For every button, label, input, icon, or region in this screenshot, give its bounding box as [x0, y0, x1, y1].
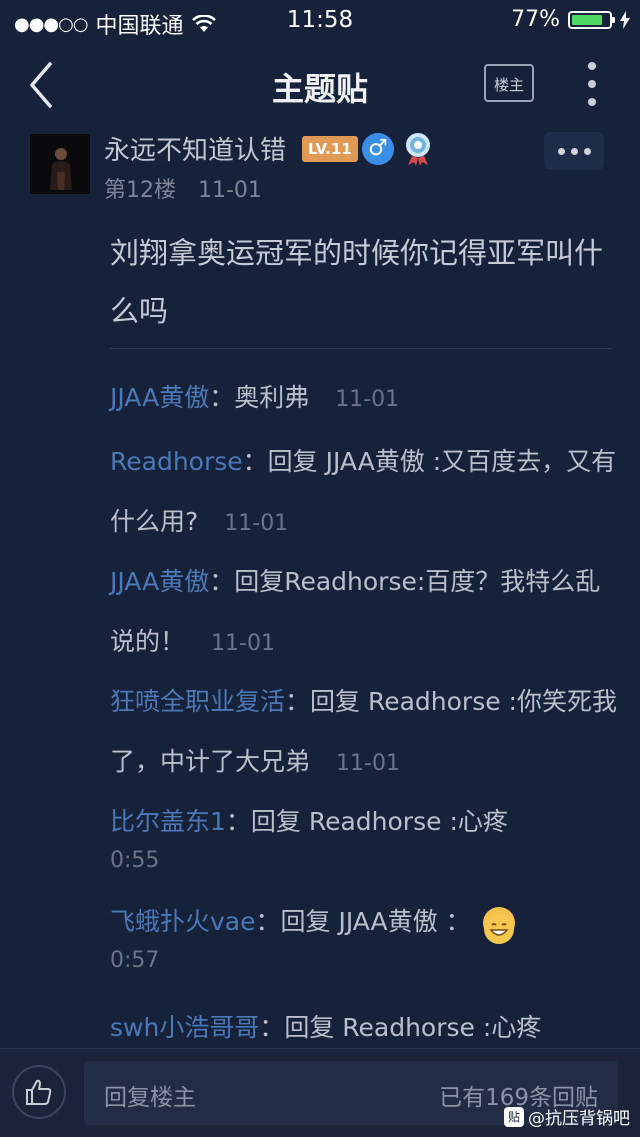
charging-icon	[620, 10, 630, 29]
watermark-text: @抗压背锅吧	[528, 1109, 630, 1129]
battery-percent: 77%	[511, 7, 560, 32]
battery-icon	[568, 10, 615, 29]
divider	[110, 348, 612, 349]
post-content: 刘翔拿奥运冠军的时候你记得亚军叫什么吗	[110, 236, 604, 328]
reply-username[interactable]: 比尔盖东1	[110, 807, 226, 836]
more-vertical-icon[interactable]	[580, 62, 604, 106]
reply-text: ：回复 Readhorse :心疼	[225, 807, 508, 836]
like-button[interactable]	[12, 1065, 66, 1119]
post-more-button[interactable]	[544, 132, 604, 170]
reply-placeholder: 回复楼主	[104, 1085, 196, 1111]
medal-icon	[406, 133, 430, 166]
reply-time: 0:57	[110, 948, 160, 973]
watermark: 贴 @抗压背锅吧	[504, 1104, 630, 1129]
reply-item[interactable]: JJAA黄傲：回复Readhorse:百度？我特么乱说的！ 11-01	[110, 552, 620, 674]
tieba-logo-icon: 贴	[504, 1106, 524, 1127]
status-bar: ●●●○○ 中国联通 11:58 77%	[0, 0, 640, 40]
reply-username[interactable]: 狂喷全职业复活	[110, 687, 285, 716]
reply-item[interactable]: 比尔盖东1：回复 Readhorse :心疼 0:55	[110, 792, 620, 876]
reply-text: ：奥利弗	[209, 383, 310, 412]
male-icon: ♂	[362, 133, 394, 165]
floor-number: 第12楼	[104, 178, 176, 203]
grinning-face-icon	[482, 907, 515, 944]
post-date: 11-01	[198, 178, 262, 203]
reply-text: ：回复 JJAA黄傲 ：	[255, 907, 471, 936]
reply-username[interactable]: Readhorse	[110, 447, 243, 476]
reply-time: 11-01	[224, 511, 289, 536]
page-title: 主题贴	[271, 70, 368, 108]
reply-text: ：回复 Readhorse :心疼	[259, 1013, 542, 1042]
avatar[interactable]	[30, 134, 90, 194]
reply-time: 11-01	[335, 387, 400, 412]
reply-time: 11-01	[336, 751, 400, 776]
reply-item[interactable]: Readhorse：回复 JJAA黄傲 :又百度去，又有什么用? 11-01	[110, 432, 620, 554]
only-op-button[interactable]: 楼主	[484, 64, 534, 102]
reply-username[interactable]: JJAA黄傲	[110, 383, 209, 412]
level-badge: LV.11	[302, 136, 358, 162]
reply-item[interactable]: 飞蛾扑火vae：回复 JJAA黄傲 ： 0:57	[110, 892, 620, 976]
post-username[interactable]: 永远不知道认错	[104, 130, 286, 167]
reply-time: 0:55	[110, 848, 160, 873]
reply-username[interactable]: JJAA黄傲	[110, 567, 209, 596]
reply-username[interactable]: 飞蛾扑火vae	[110, 907, 256, 936]
thumbs-up-icon	[26, 1079, 52, 1105]
reply-item[interactable]: 狂喷全职业复活：回复 Readhorse :你笑死我了，中计了大兄弟 11-01	[110, 672, 620, 794]
reply-time: 11-01	[211, 631, 275, 656]
reply-username[interactable]: swh小浩哥哥	[110, 1013, 259, 1042]
reply-item[interactable]: JJAA黄傲：奥利弗 11-01	[110, 368, 620, 430]
bottom-bar: 回复楼主 已有169条回贴 贴 @抗压背锅吧	[0, 1048, 640, 1137]
floor-info: 第12楼 11-01	[104, 172, 262, 204]
nav-bar: 主题贴 楼主	[0, 40, 640, 130]
